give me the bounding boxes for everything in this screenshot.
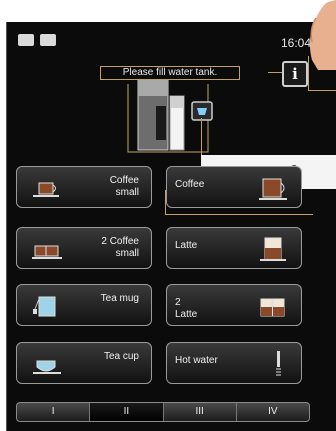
tea-cup-icon — [33, 360, 61, 374]
tab-iv[interactable]: IV — [237, 403, 309, 421]
callout-line — [201, 118, 202, 155]
button-label: Hot water — [175, 355, 218, 366]
button-label: Tea mug — [100, 293, 139, 304]
button-label: 2 Coffee small — [101, 236, 139, 259]
button-label: 2 Latte — [175, 297, 198, 320]
tab-ii[interactable]: II — [90, 403, 164, 421]
hot-water-button[interactable]: Hot water — [166, 342, 302, 384]
water-tank-warning: Please fill water tank. — [100, 66, 240, 80]
tab-i[interactable]: I — [17, 403, 91, 421]
tab-iii[interactable]: III — [164, 403, 237, 421]
latte-glass-icon — [260, 237, 286, 261]
hand-pointer-icon — [309, 0, 336, 70]
cup-icon — [33, 182, 59, 197]
mug-icon — [259, 178, 287, 200]
cup-status-icon[interactable] — [40, 34, 56, 46]
button-label: Coffee — [175, 179, 205, 190]
hot-water-icon — [276, 351, 281, 376]
wrench-icon[interactable] — [18, 34, 34, 46]
tea-mug-icon — [33, 296, 56, 317]
tea-mug-button[interactable]: Tea mug — [16, 284, 152, 326]
button-label: Coffee small — [109, 175, 139, 198]
double-cup-icon — [32, 245, 62, 259]
callout-line — [308, 90, 336, 91]
callout-line — [268, 72, 282, 73]
button-label: Latte — [175, 240, 198, 251]
tea-cup-button[interactable]: Tea cup — [16, 342, 152, 384]
latte-button[interactable]: Latte — [166, 227, 302, 269]
coffee-button[interactable]: Coffee — [166, 166, 302, 208]
page-tabs: I II III IV — [16, 402, 310, 422]
two-coffee-small-button[interactable]: 2 Coffee small — [16, 227, 152, 269]
double-latte-icon — [260, 298, 285, 317]
two-latte-button[interactable]: 2 Latte — [166, 284, 302, 326]
machine-illustration — [127, 75, 213, 153]
coffee-small-button[interactable]: Coffee small — [16, 166, 152, 208]
button-label: Tea cup — [103, 351, 139, 362]
callout-line — [165, 214, 313, 215]
